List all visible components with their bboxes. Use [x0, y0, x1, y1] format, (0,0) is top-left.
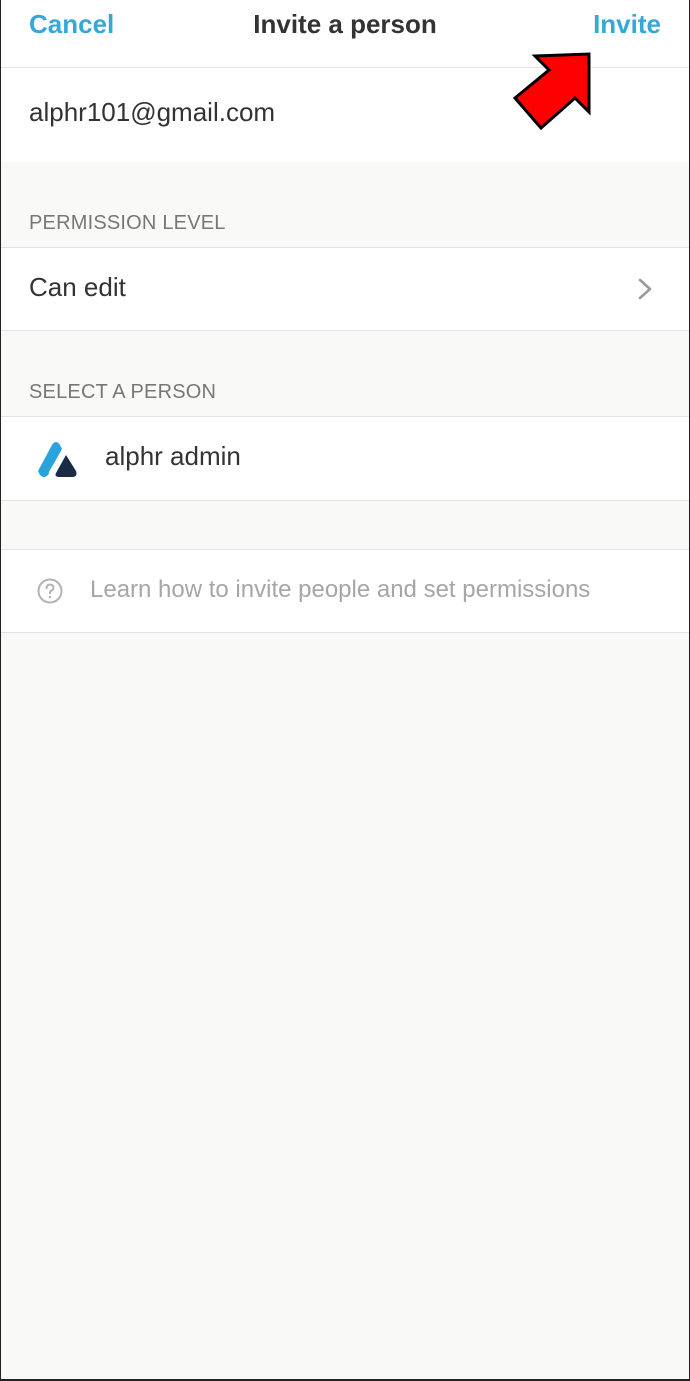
red-arrow-icon: [512, 52, 591, 131]
invite-button[interactable]: Invite: [593, 9, 661, 40]
permission-row[interactable]: Can edit: [0, 247, 690, 331]
help-link-row[interactable]: Learn how to invite people and set permi…: [0, 549, 690, 633]
screen-frame: [0, 0, 690, 1381]
alphr-logo-icon: [38, 442, 77, 477]
permission-value: Can edit: [29, 272, 126, 302]
person-row[interactable]: alphr admin: [0, 416, 690, 501]
chevron-right-icon: [638, 278, 652, 300]
person-name: alphr admin: [105, 441, 241, 471]
question-circle-icon: [37, 578, 63, 604]
permission-section-label: PERMISSION LEVEL: [29, 212, 226, 234]
person-section-label: SELECT A PERSON: [29, 381, 217, 403]
email-value[interactable]: alphr101@gmail.com: [29, 97, 275, 128]
help-link-text[interactable]: Learn how to invite people and set permi…: [90, 576, 590, 604]
page-title: Invite a person: [253, 9, 437, 39]
